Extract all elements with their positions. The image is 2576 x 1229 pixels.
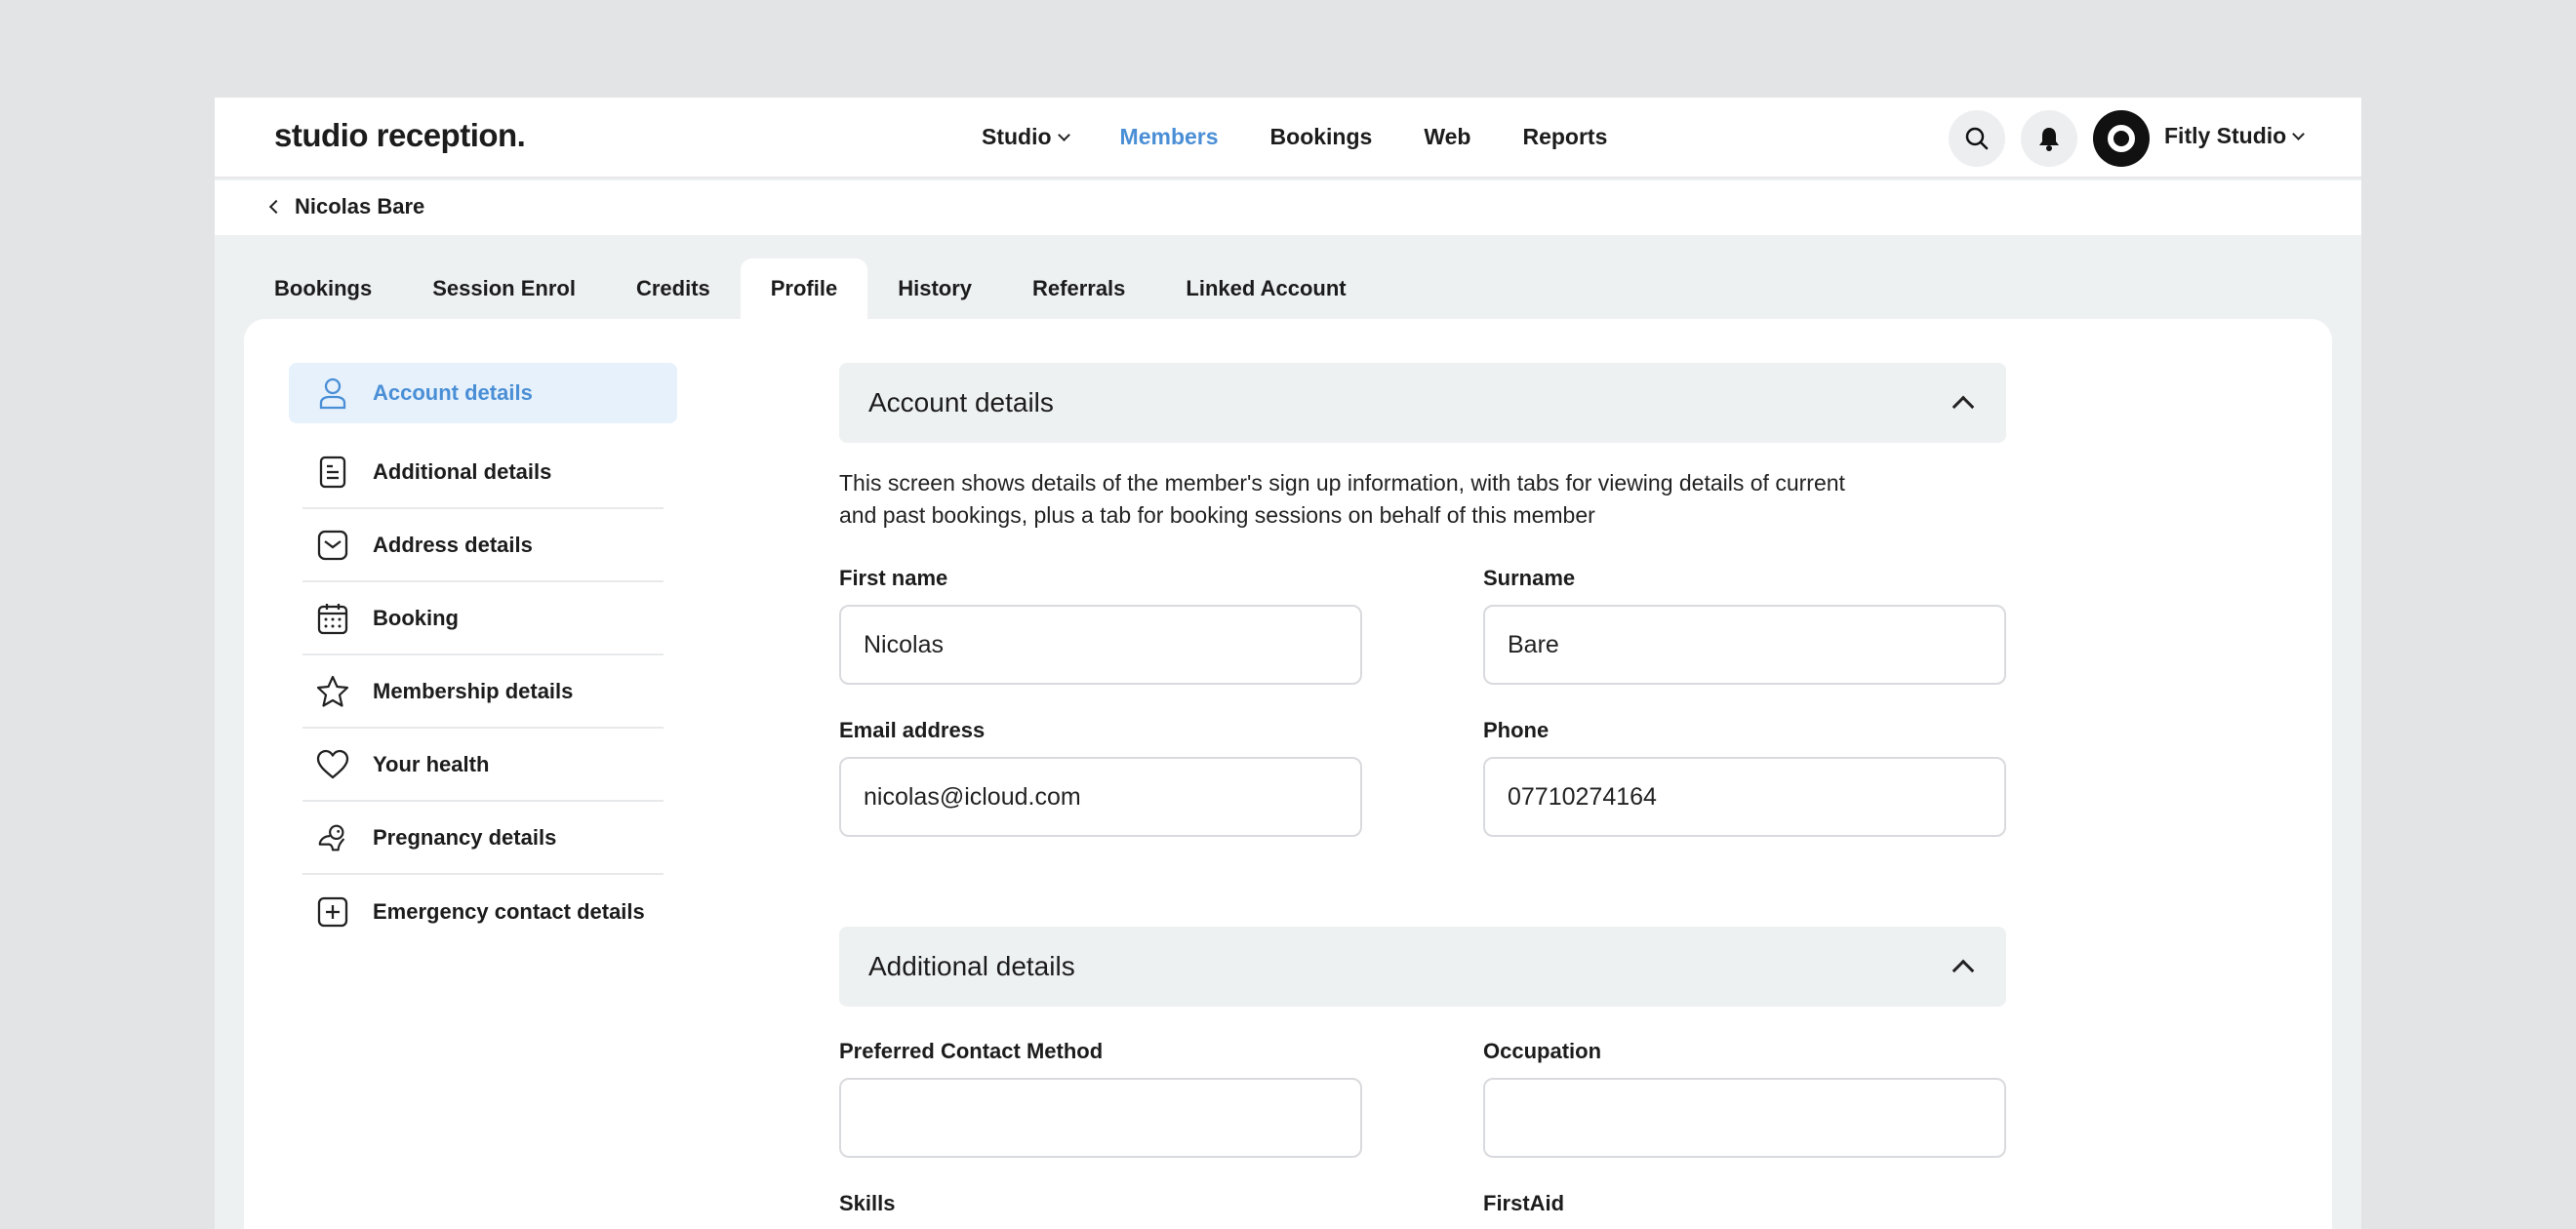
account-menu[interactable]: Fitly Studio: [2164, 123, 2306, 149]
sidebar-item-pregnancy-details[interactable]: Pregnancy details: [302, 802, 664, 875]
chevron-down-icon: [2292, 127, 2306, 140]
calendar-icon: [316, 602, 349, 635]
sidebar-item-emergency-contact-details[interactable]: Emergency contact details: [302, 875, 664, 948]
search-icon: [1965, 127, 1989, 150]
chevron-up-icon[interactable]: [1952, 395, 1975, 418]
sidebar-item-booking[interactable]: Booking: [302, 582, 664, 655]
first-name-input[interactable]: Nicolas: [839, 605, 1362, 685]
name-row: First name Nicolas Surname Bare: [839, 566, 2006, 685]
nav-web[interactable]: Web: [1424, 124, 1470, 150]
sidebar-item-your-health[interactable]: Your health: [302, 729, 664, 802]
account-details-header[interactable]: Account details: [839, 363, 2006, 443]
chevron-left-icon: [268, 199, 284, 215]
contact-row: Email address nicolas@icloud.com Phone 0…: [839, 718, 2006, 837]
email-input[interactable]: nicolas@icloud.com: [839, 757, 1362, 837]
nav-bookings[interactable]: Bookings: [1270, 124, 1373, 150]
baby-icon: [316, 821, 349, 854]
nav-members[interactable]: Members: [1120, 124, 1219, 150]
additional-details-header[interactable]: Additional details: [839, 927, 2006, 1007]
phone-field: Phone 07710274164: [1483, 718, 2006, 837]
contact-method-input[interactable]: [839, 1078, 1362, 1158]
studio-logo-icon: [2108, 125, 2135, 152]
firstaid-field: FirstAid: [1483, 1191, 2006, 1229]
chevron-down-icon: [1057, 128, 1070, 141]
occupation-input[interactable]: [1483, 1078, 2006, 1158]
account-label: Fitly Studio: [2164, 123, 2287, 148]
sidebar-item-label: Address details: [373, 532, 533, 557]
sidebar-item-membership-details[interactable]: Membership details: [302, 655, 664, 729]
nav-studio-label: Studio: [982, 124, 1052, 149]
sidebar-item-address-details[interactable]: Address details: [302, 509, 664, 582]
avatar[interactable]: [2093, 110, 2150, 167]
sidebar-item-label: Membership details: [373, 678, 574, 703]
sidebar-item-label: Emergency contact details: [373, 898, 645, 924]
sidebar-item-label: Your health: [373, 751, 490, 776]
profile-panel: Account details Additional details Addre…: [244, 319, 2332, 1229]
field-label: Phone: [1483, 718, 1550, 742]
contact-method-field: Preferred Contact Method: [839, 1039, 1362, 1158]
occupation-field: Occupation: [1483, 1039, 2006, 1158]
nav-studio[interactable]: Studio: [982, 124, 1070, 150]
surname-field: Surname Bare: [1483, 566, 2006, 685]
skills-field: Skills: [839, 1191, 1362, 1229]
section-description: This screen shows details of the member'…: [839, 470, 1845, 528]
tab-bookings[interactable]: Bookings: [244, 258, 402, 319]
bell-icon: [2039, 128, 2059, 151]
email-field: Email address nicolas@icloud.com: [839, 718, 1362, 837]
field-label: Occupation: [1483, 1039, 1602, 1063]
sidebar-item-label: Pregnancy details: [373, 824, 557, 850]
profile-sidebar: Account details Additional details Addre…: [289, 363, 677, 948]
heart-icon: [316, 748, 349, 781]
field-label: Skills: [839, 1191, 896, 1215]
breadcrumb: Nicolas Bare: [215, 180, 2361, 235]
tab-credits[interactable]: Credits: [606, 258, 741, 319]
field-label: Surname: [1483, 566, 1576, 590]
mail-icon: [316, 529, 349, 562]
member-tabs: Bookings Session Enrol Credits Profile H…: [244, 258, 1377, 319]
nav-reports[interactable]: Reports: [1522, 124, 1607, 150]
section-title: Additional details: [868, 951, 1075, 981]
additional-row-1: Preferred Contact Method Occupation: [839, 1039, 2006, 1158]
field-label: Preferred Contact Method: [839, 1039, 1104, 1063]
section-title: Account details: [868, 387, 1054, 417]
tab-referrals[interactable]: Referrals: [1002, 258, 1155, 319]
field-label: First name: [839, 566, 948, 590]
tab-linked-account[interactable]: Linked Account: [1155, 258, 1376, 319]
chevron-up-icon[interactable]: [1952, 959, 1975, 982]
tab-profile[interactable]: Profile: [740, 258, 868, 319]
surname-input[interactable]: Bare: [1483, 605, 2006, 685]
sidebar-item-account-details[interactable]: Account details: [289, 363, 677, 423]
sidebar-item-additional-details[interactable]: Additional details: [302, 436, 664, 509]
additional-row-2: Skills FirstAid: [839, 1191, 2006, 1229]
tab-session-enrol[interactable]: Session Enrol: [402, 258, 606, 319]
sidebar-item-label: Additional details: [373, 458, 552, 484]
sidebar-item-label: Booking: [373, 605, 459, 630]
app-window: studio reception. Studio Members Booking…: [215, 98, 2361, 1229]
back-link[interactable]: Nicolas Bare: [268, 194, 425, 219]
tab-history[interactable]: History: [867, 258, 1002, 319]
star-icon: [316, 675, 349, 708]
user-icon: [316, 377, 349, 410]
logo[interactable]: studio reception.: [274, 117, 526, 154]
phone-input[interactable]: 07710274164: [1483, 757, 2006, 837]
field-label: Email address: [839, 718, 986, 742]
sidebar-item-label: Account details: [373, 380, 533, 405]
first-name-field: First name Nicolas: [839, 566, 1362, 685]
document-icon: [316, 456, 349, 489]
notifications-button[interactable]: [2021, 110, 2077, 167]
profile-content: Account details This screen shows detail…: [839, 363, 2006, 1229]
main-nav: Studio Members Bookings Web Reports: [982, 124, 1659, 150]
member-name: Nicolas Bare: [295, 194, 425, 218]
top-header: studio reception. Studio Members Booking…: [215, 98, 2361, 178]
search-button[interactable]: [1949, 110, 2005, 167]
field-label: FirstAid: [1483, 1191, 1565, 1215]
plus-square-icon: [316, 895, 349, 929]
